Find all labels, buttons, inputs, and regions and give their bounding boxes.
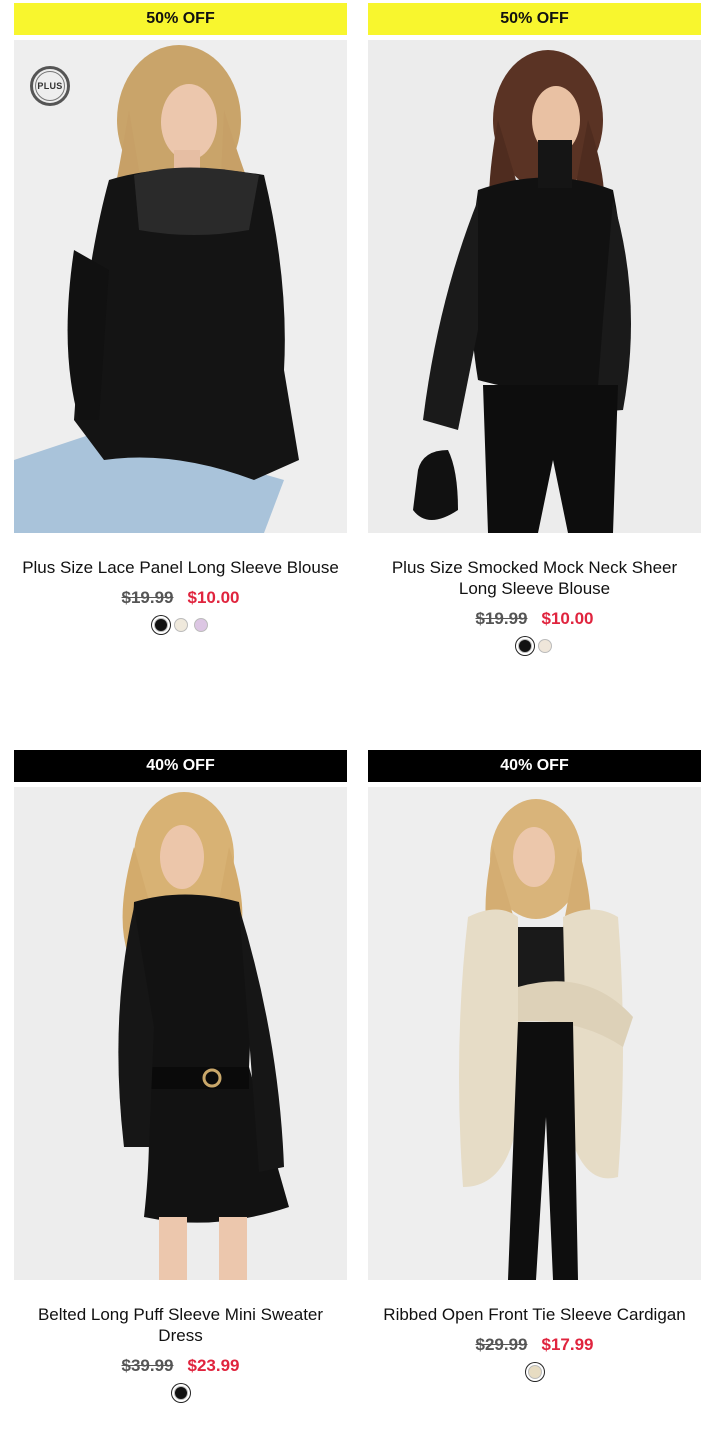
price-row: $29.99 $17.99	[368, 1335, 701, 1355]
product-title[interactable]: Plus Size Smocked Mock Neck Sheer Long S…	[368, 557, 701, 599]
color-swatches	[368, 1365, 701, 1379]
discount-badge: 40% OFF	[14, 750, 347, 782]
color-swatch-oatmeal[interactable]	[527, 1365, 542, 1379]
product-image[interactable]	[368, 787, 701, 1280]
product-title[interactable]: Ribbed Open Front Tie Sleeve Cardigan	[368, 1304, 701, 1325]
product-image[interactable]	[14, 787, 347, 1280]
sale-price: $23.99	[187, 1356, 240, 1375]
color-swatch-black[interactable]	[173, 1386, 188, 1400]
color-swatch-cream[interactable]	[537, 639, 552, 653]
color-swatches	[14, 1386, 347, 1400]
sale-price: $10.00	[187, 588, 240, 607]
product-image[interactable]	[368, 40, 701, 533]
sale-price: $17.99	[541, 1335, 594, 1354]
product-card[interactable]: 40% OFF Belted Long Puff Sleeve Mini Swe…	[14, 750, 347, 1400]
price-row: $39.99 $23.99	[14, 1356, 347, 1376]
product-title[interactable]: Plus Size Lace Panel Long Sleeve Blouse	[14, 557, 347, 578]
product-image[interactable]: PLUS	[14, 40, 347, 533]
price-row: $19.99 $10.00	[14, 588, 347, 608]
plus-size-icon: PLUS	[30, 66, 70, 106]
product-card[interactable]: 40% OFF Ribbed Open Front Tie Sleeve Car…	[368, 750, 701, 1379]
sale-price: $10.00	[541, 609, 594, 628]
color-swatches	[14, 618, 347, 632]
color-swatch-lilac[interactable]	[193, 618, 208, 632]
product-title[interactable]: Belted Long Puff Sleeve Mini Sweater Dre…	[14, 1304, 347, 1346]
original-price: $19.99	[475, 609, 528, 628]
color-swatch-black[interactable]	[517, 639, 532, 653]
color-swatch-cream[interactable]	[173, 618, 188, 632]
product-card[interactable]: 50% OFF Plus Size Smocked Mock Neck Shee…	[368, 3, 701, 653]
price-row: $19.99 $10.00	[368, 609, 701, 629]
color-swatch-black[interactable]	[153, 618, 168, 632]
color-swatches	[368, 639, 701, 653]
discount-badge: 50% OFF	[368, 3, 701, 35]
original-price: $29.99	[475, 1335, 528, 1354]
plus-size-label: PLUS	[37, 81, 63, 91]
original-price: $39.99	[121, 1356, 174, 1375]
product-card[interactable]: 50% OFF PLUS Plus Size Lace Panel Long S…	[14, 3, 347, 632]
discount-badge: 40% OFF	[368, 750, 701, 782]
discount-badge: 50% OFF	[14, 3, 347, 35]
original-price: $19.99	[121, 588, 174, 607]
